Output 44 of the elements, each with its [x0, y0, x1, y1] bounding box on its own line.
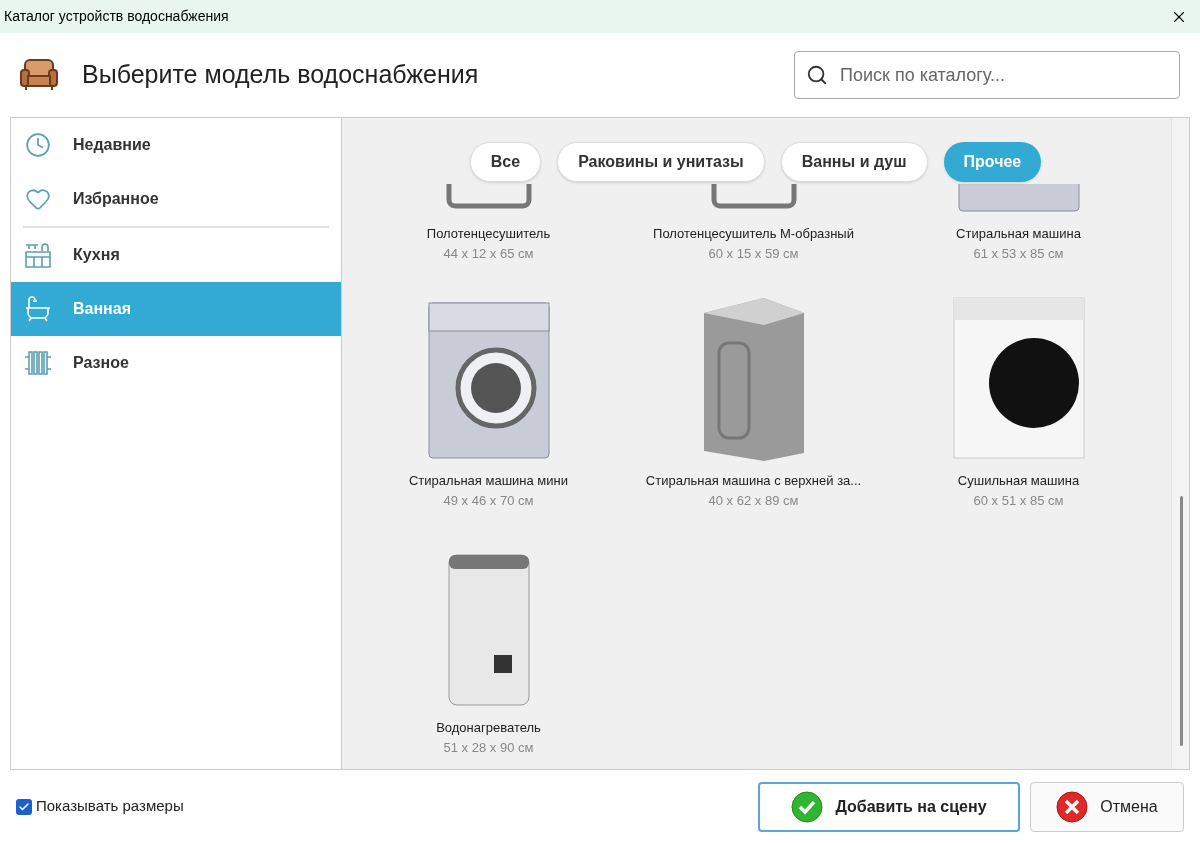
sidebar-label: Разное	[73, 353, 129, 373]
item-name: Водонагреватель	[436, 719, 541, 737]
item-name: Полотенцесушитель	[426, 225, 551, 243]
sidebar-label: Избранное	[73, 189, 159, 209]
filter-chip[interactable]: Раковины и унитазы	[557, 142, 765, 182]
item-size: 60 x 51 x 85 см	[973, 491, 1064, 510]
item-name: Стиральная машина с верхней за...	[645, 472, 862, 490]
item-size: 49 x 46 x 70 см	[443, 491, 534, 510]
sidebar-item[interactable]: Избранное	[11, 172, 341, 226]
item-name: Сушильная машина	[957, 472, 1080, 490]
sidebar-label: Недавние	[73, 135, 151, 155]
filter-chip[interactable]: Все	[469, 142, 542, 182]
search-field[interactable]: Поиск по каталогу...	[794, 51, 1180, 99]
kitchen-icon	[24, 241, 52, 269]
add-to-scene-button[interactable]: Добавить на сцену	[758, 781, 1020, 832]
item-size: 51 x 28 x 90 см	[443, 738, 534, 757]
sidebar-label: Кухня	[73, 245, 120, 265]
sidebar-item[interactable]: Недавние	[11, 118, 341, 172]
item-name: Стиральная машина	[956, 225, 1081, 243]
item-size: 61 x 53 x 85 см	[973, 244, 1064, 263]
item-size: 60 x 15 x 59 см	[708, 244, 799, 263]
checkmark-icon	[18, 800, 30, 813]
cancel-button[interactable]: Отмена	[1030, 781, 1184, 832]
dialog-heading: Выберите модель водоснабжения	[82, 59, 479, 91]
clock-icon	[25, 132, 51, 158]
checkbox-label: Показывать размеры	[36, 796, 184, 817]
item-name: Стиральная машина мини	[409, 472, 568, 490]
checkmark-icon	[791, 790, 824, 823]
radiator-icon	[23, 349, 53, 377]
checkbox[interactable]	[16, 798, 32, 815]
bathtub-icon	[24, 295, 52, 323]
search-icon	[806, 64, 828, 86]
window-title: Каталог устройств водоснабжения	[4, 7, 229, 26]
item-name: Полотенцесушитель М-образный	[653, 225, 854, 243]
item-size: 40 x 62 x 89 см	[708, 491, 799, 510]
sidebar-item[interactable]: Разное	[11, 336, 341, 390]
scrollbar-thumb[interactable]	[1180, 496, 1183, 746]
item-size: 44 x 12 x 65 см	[443, 244, 534, 263]
cancel-icon	[1056, 790, 1089, 823]
heart-icon	[25, 186, 51, 212]
sidebar-item[interactable]: Кухня	[11, 228, 341, 282]
armchair-icon	[20, 58, 58, 92]
filter-chip[interactable]: Ванны и душ	[780, 142, 928, 182]
sidebar-label: Ванная	[73, 299, 131, 319]
